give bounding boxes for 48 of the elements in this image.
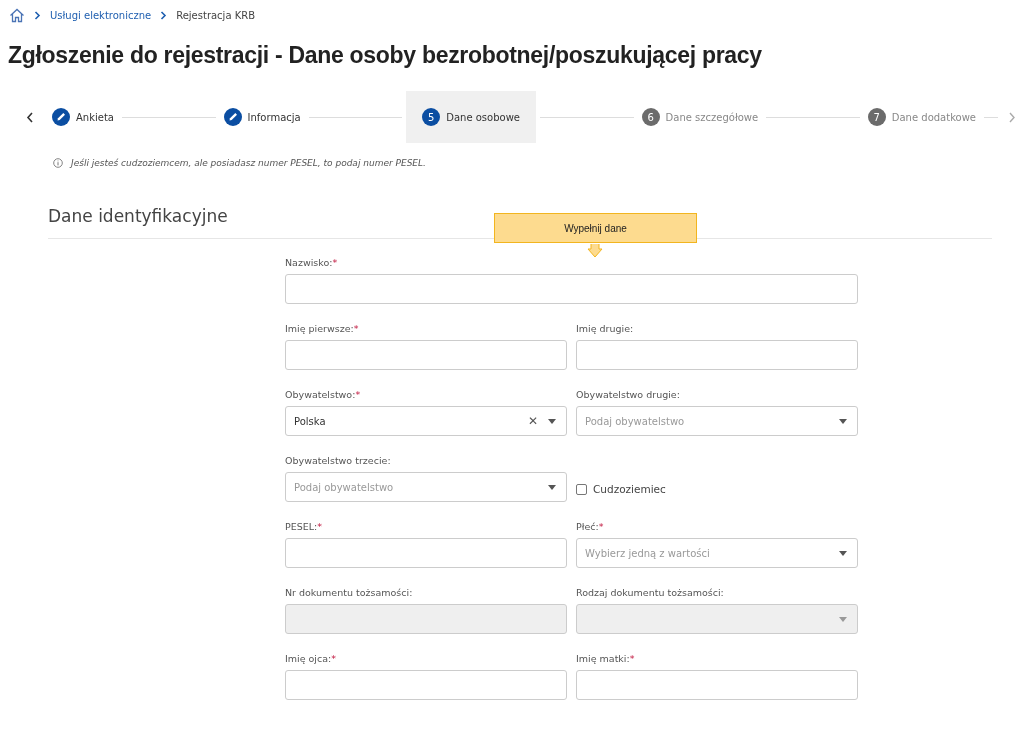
caret-icon — [839, 616, 847, 622]
field-label: PESEL:* — [285, 521, 323, 533]
breadcrumb-current: Rejestracja KRB — [176, 9, 256, 21]
wizard-step[interactable]: 5 Dane osobowe — [406, 91, 536, 143]
checkbox[interactable]: Cudzoziemiec — [576, 483, 666, 495]
field-label: Nr dokumentu tożsamości: — [285, 587, 414, 599]
field-label: Obywatelstwo:* — [285, 389, 362, 401]
page-title: Zgłoszenie do rejestracji - Dane osoby bezrobotnej/poszukującej pracy — [8, 42, 763, 69]
field-label: Imię drugie: — [576, 323, 635, 335]
chevron-icon — [34, 10, 41, 20]
pencil-icon — [223, 108, 242, 126]
input-field[interactable] — [285, 274, 858, 304]
field-label: Obywatelstwo trzecie: — [285, 455, 392, 467]
input-field[interactable] — [576, 670, 858, 700]
field-label: Imię matki:* — [576, 653, 636, 665]
select-field[interactable]: Polska ✕ — [285, 406, 567, 436]
step-number: 7 — [867, 108, 886, 126]
step-number: 5 — [422, 108, 441, 126]
wizard-step[interactable]: 7 Dane dodatkowe — [863, 91, 981, 143]
caret-icon — [839, 550, 847, 556]
tooltip: Wypełnij dane — [494, 213, 697, 243]
home-icon[interactable] — [9, 7, 25, 23]
field-label: Obywatelstwo drugie: — [576, 389, 681, 401]
caret-icon — [548, 418, 556, 424]
chevron-icon — [160, 10, 168, 20]
step-number: 6 — [641, 108, 660, 126]
field-label: Imię pierwsze:* — [285, 323, 360, 335]
chevron-right-icon[interactable] — [1008, 111, 1017, 123]
input-field[interactable] — [576, 340, 858, 370]
wizard-step[interactable]: Informacja — [219, 91, 305, 143]
info-icon — [53, 158, 63, 168]
tooltip-arrow — [587, 244, 603, 258]
field-label: Rodzaj dokumentu tożsamości: — [576, 587, 725, 599]
input-field[interactable] — [285, 670, 567, 700]
breadcrumb-link[interactable]: Usługi elektroniczne — [50, 9, 152, 21]
caret-icon — [548, 484, 556, 490]
input-field[interactable] — [285, 340, 567, 370]
chevron-left-icon[interactable] — [26, 111, 34, 123]
wizard-step[interactable]: 6 Dane szczegółowe — [637, 91, 763, 143]
wizard-step[interactable]: Ankieta — [48, 91, 118, 143]
caret-icon — [839, 418, 847, 424]
checkbox-box[interactable] — [576, 483, 587, 495]
pencil-icon — [52, 108, 70, 126]
info-text: Jeśli jesteś cudzoziemcem, ale posiadasz numer PESEL, to podaj numer PESEL. — [71, 158, 426, 168]
field-label: Nazwisko:* — [285, 257, 339, 269]
input-field[interactable] — [285, 538, 567, 568]
field-label: Imię ojca:* — [285, 653, 337, 665]
field-label: Płeć:* — [576, 521, 605, 533]
